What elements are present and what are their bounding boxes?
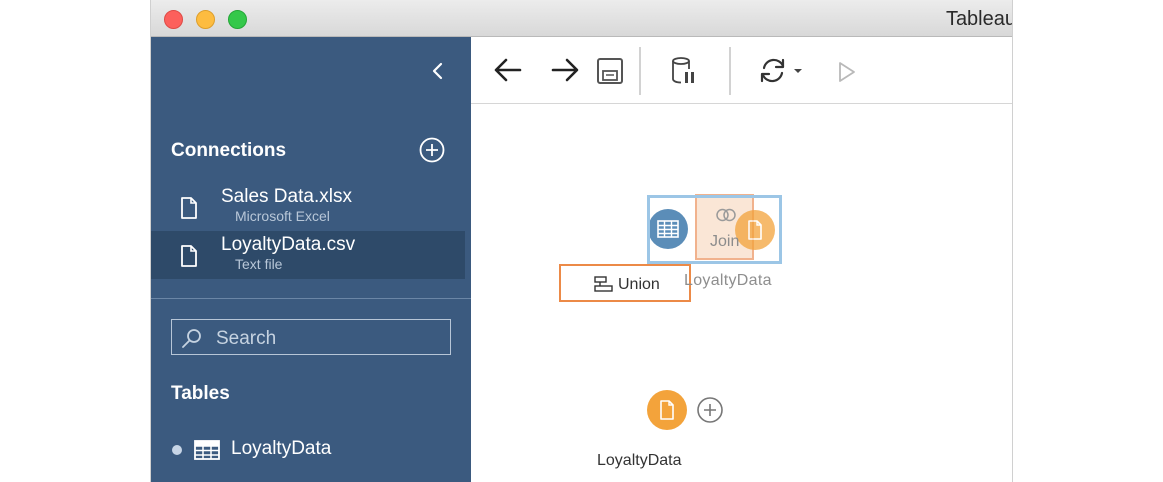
connections-sidebar: Connections Sales Data.xlsx Microsoft Ex…	[151, 37, 471, 482]
back-arrow-icon[interactable]	[493, 56, 523, 84]
minimize-window-button[interactable]	[196, 10, 215, 29]
union-icon	[594, 276, 613, 292]
save-icon[interactable]	[596, 57, 624, 85]
document-icon	[181, 245, 197, 267]
search-placeholder: Search	[216, 328, 277, 349]
app-window: Tableau Connections Sales Data.xlsx Micr…	[150, 0, 1013, 482]
zoom-window-button[interactable]	[228, 10, 247, 29]
close-window-button[interactable]	[164, 10, 183, 29]
status-dot	[172, 445, 182, 455]
table-item-loyaltydata[interactable]: LoyaltyData	[171, 438, 451, 462]
join-target-highlight	[647, 195, 782, 264]
connection-item-sales-data[interactable]: Sales Data.xlsx Microsoft Excel	[151, 183, 465, 231]
table-grid-icon	[194, 440, 220, 460]
add-step-button[interactable]	[696, 396, 724, 424]
union-drop-zone[interactable]: Union	[559, 264, 691, 302]
document-icon	[660, 400, 674, 420]
input-node[interactable]	[647, 390, 687, 430]
tables-heading: Tables	[171, 383, 230, 404]
window-title: Tableau	[945, 8, 1013, 30]
connection-name: Sales Data.xlsx	[221, 186, 352, 207]
toolbar-separator	[729, 47, 731, 95]
connections-heading: Connections	[171, 140, 287, 161]
connection-name: LoyaltyData.csv	[221, 234, 356, 255]
forward-arrow-icon[interactable]	[550, 56, 580, 84]
data-pause-icon[interactable]	[670, 56, 698, 86]
join-label: Join	[710, 233, 740, 250]
toolbar-separator	[639, 47, 641, 95]
connection-type: Microsoft Excel	[235, 208, 330, 224]
search-input[interactable]: Search	[171, 319, 451, 355]
flow-canvas[interactable]: Join Union LoyaltyData LoyaltyData	[471, 104, 1012, 482]
toolbar	[471, 37, 1012, 104]
connection-type: Text file	[235, 256, 283, 272]
collapse-sidebar-button[interactable]	[427, 59, 449, 83]
add-connection-button[interactable]	[419, 137, 445, 163]
input-node-label: LoyaltyData	[597, 452, 682, 469]
title-bar: Tableau	[151, 0, 1012, 37]
join-icon	[716, 208, 736, 222]
document-icon	[181, 197, 197, 219]
sidebar-divider	[151, 298, 471, 299]
refresh-icon[interactable]	[760, 57, 806, 85]
dragged-node-label: LoyaltyData	[684, 272, 772, 289]
chevron-left-icon	[432, 62, 443, 80]
union-label: Union	[618, 276, 660, 293]
run-icon[interactable]	[837, 61, 857, 83]
table-name: LoyaltyData	[231, 438, 332, 459]
search-icon	[182, 329, 201, 348]
connection-item-loyalty-data[interactable]: LoyaltyData.csv Text file	[151, 231, 465, 279]
